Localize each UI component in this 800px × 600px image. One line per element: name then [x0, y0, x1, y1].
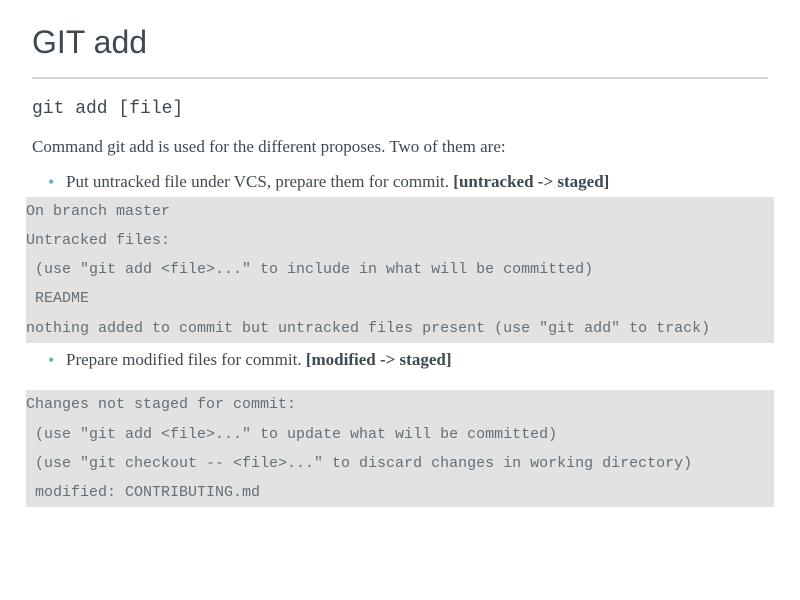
- code-block-modified: Changes not staged for commit: (use "git…: [26, 390, 774, 507]
- bullet-bold: [untracked -> staged]: [453, 172, 609, 191]
- intro-paragraph: Command git add is used for the differen…: [32, 137, 768, 157]
- purpose-list: Prepare modified files for commit. [modi…: [32, 347, 768, 373]
- bullet-text: Put untracked file under VCS, prepare th…: [66, 172, 453, 191]
- command-syntax: git add [file]: [32, 99, 768, 119]
- bullet-text: Prepare modified files for commit.: [66, 350, 306, 369]
- code-block-untracked: On branch master Untracked files: (use "…: [26, 197, 774, 343]
- list-item: Put untracked file under VCS, prepare th…: [44, 169, 768, 195]
- page-title: GIT add: [32, 24, 768, 61]
- title-divider: [32, 77, 768, 79]
- slide-content: GIT add git add [file] Command git add i…: [0, 0, 800, 531]
- bullet-bold: [modified -> staged]: [306, 350, 452, 369]
- purpose-list: Put untracked file under VCS, prepare th…: [32, 169, 768, 195]
- list-item: Prepare modified files for commit. [modi…: [44, 347, 768, 373]
